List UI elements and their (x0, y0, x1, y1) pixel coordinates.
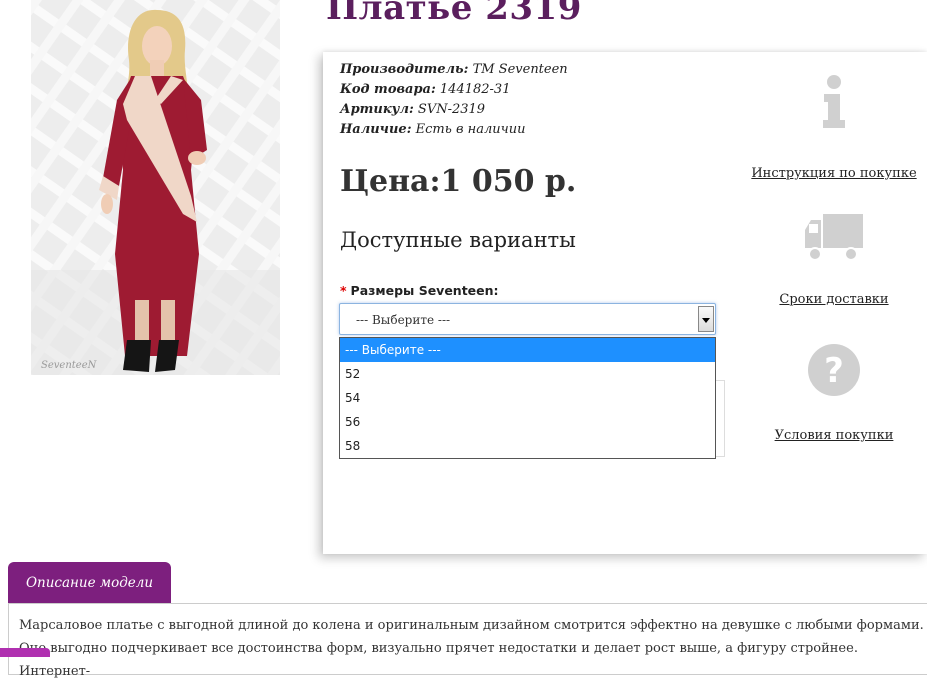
chevron-down-icon[interactable] (698, 306, 714, 332)
instructions-link[interactable]: Инструкция по покупке (751, 166, 916, 181)
size-select-label: * Размеры Seventeen: (340, 283, 499, 298)
question-icon: ? (808, 344, 860, 396)
size-option[interactable]: --- Выберите --- (340, 338, 715, 362)
info-icon (823, 75, 845, 128)
tab-description[interactable]: Описание модели (8, 562, 171, 604)
product-specs: Производитель: TM Seventeen Код товара: … (340, 60, 568, 140)
size-option[interactable]: 56 (340, 410, 715, 434)
product-info-panel: Производитель: TM Seventeen Код товара: … (323, 52, 927, 554)
conditions-block: ? Условия покупки (749, 342, 919, 443)
variants-heading: Доступные варианты (340, 228, 576, 252)
spec-sku: Артикул: SVN-2319 (340, 102, 486, 117)
instructions-block: Инструкция по покупке (749, 74, 919, 181)
conditions-link[interactable]: Условия покупки (775, 428, 894, 443)
spec-availability: Наличие: Есть в наличии (340, 122, 526, 137)
svg-text:?: ? (824, 351, 844, 391)
required-mark: * (340, 283, 347, 298)
delivery-link[interactable]: Сроки доставки (779, 292, 888, 307)
size-select[interactable]: --- Выберите --- (339, 303, 716, 335)
page-title: Платье 2319 (326, 0, 582, 28)
size-dropdown-list[interactable]: --- Выберите --- 52 54 56 58 (339, 337, 716, 459)
description-text: Марсаловое платье с выгодной длиной до к… (19, 618, 924, 679)
spec-manufacturer: Производитель: TM Seventeen (340, 62, 568, 77)
photo-watermark: SeventeeN (41, 360, 98, 371)
corner-badge[interactable] (0, 648, 50, 657)
size-option[interactable]: 52 (340, 362, 715, 386)
size-option[interactable]: 54 (340, 386, 715, 410)
size-select-value: --- Выберите --- (356, 313, 451, 327)
delivery-block: Сроки доставки (749, 212, 919, 307)
size-option[interactable]: 58 (340, 434, 715, 458)
product-price: Цена:1 050 р. (340, 164, 577, 199)
spec-product-code: Код товара: 144182-31 (340, 82, 511, 97)
product-photo[interactable]: SeventeeN (31, 0, 280, 375)
truck-icon (805, 214, 863, 261)
